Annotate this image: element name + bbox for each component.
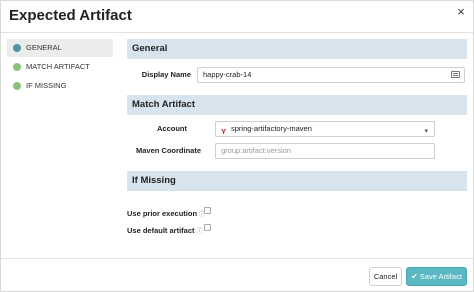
- save-artifact-label: Save Artifact: [419, 272, 462, 281]
- help-icon[interactable]: ⓘ: [197, 229, 203, 235]
- form-content: General Display Name happy-crab-14 Match…: [127, 39, 467, 239]
- use-default-artifact-text: Use default artifact: [127, 226, 195, 235]
- status-dot-icon: [13, 63, 21, 71]
- use-default-artifact-checkbox[interactable]: [204, 224, 211, 231]
- sidebar-item-match-artifact[interactable]: MATCH ARTIFACT: [7, 58, 113, 76]
- account-select[interactable]: ʏ spring-artifactory-maven ▾: [215, 121, 435, 137]
- sidebar: GENERAL MATCH ARTIFACT IF MISSING: [7, 39, 113, 96]
- save-artifact-button[interactable]: ✔ Save Artifact: [406, 267, 467, 286]
- expected-artifact-modal: Expected Artifact × GENERAL MATCH ARTIFA…: [0, 0, 474, 292]
- artifactory-logo-icon: ʏ: [221, 126, 227, 136]
- sidebar-item-label: IF MISSING: [26, 81, 67, 90]
- chevron-down-icon: ▾: [424, 128, 428, 135]
- use-default-artifact-label: Use default artifact ⓘ: [127, 226, 203, 235]
- account-label: Account: [157, 124, 187, 133]
- check-circle-icon: ✔: [411, 272, 418, 281]
- status-dot-icon: [13, 82, 21, 90]
- sidebar-item-if-missing[interactable]: IF MISSING: [7, 77, 113, 95]
- if-missing-options: Use prior execution ⓘ Use default artifac…: [127, 191, 467, 239]
- display-name-input[interactable]: happy-crab-14: [197, 67, 465, 83]
- use-prior-execution-checkbox[interactable]: [204, 207, 211, 214]
- maven-coordinate-placeholder: group:artifact:version: [221, 146, 292, 155]
- use-prior-execution-text: Use prior execution: [127, 209, 198, 218]
- list-icon[interactable]: [451, 71, 460, 78]
- section-heading-general: General: [127, 39, 467, 59]
- modal-header: Expected Artifact ×: [1, 1, 474, 33]
- display-name-label: Display Name: [141, 70, 191, 79]
- account-row: Account ʏ spring-artifactory-maven ▾: [127, 115, 467, 141]
- display-name-row: Display Name happy-crab-14: [127, 59, 467, 95]
- status-dot-icon: [13, 44, 21, 52]
- modal-footer: Cancel ✔ Save Artifact: [1, 258, 474, 292]
- sidebar-item-label: GENERAL: [26, 43, 62, 52]
- close-icon[interactable]: ×: [453, 4, 469, 20]
- sidebar-item-label: MATCH ARTIFACT: [26, 62, 90, 71]
- cancel-button[interactable]: Cancel: [369, 267, 402, 286]
- use-prior-execution-label: Use prior execution ⓘ: [127, 209, 205, 218]
- section-heading-match-artifact: Match Artifact: [127, 95, 467, 115]
- sidebar-item-general[interactable]: GENERAL: [7, 39, 113, 57]
- maven-coordinate-label: Maven Coordinate: [135, 146, 201, 155]
- maven-coordinate-input[interactable]: group:artifact:version: [215, 143, 435, 159]
- display-name-value: happy-crab-14: [203, 70, 252, 79]
- section-heading-if-missing: If Missing: [127, 171, 467, 191]
- modal-title: Expected Artifact: [9, 7, 132, 24]
- account-value: spring-artifactory-maven: [231, 124, 312, 133]
- maven-coordinate-row: Maven Coordinate group:artifact:version: [127, 141, 467, 171]
